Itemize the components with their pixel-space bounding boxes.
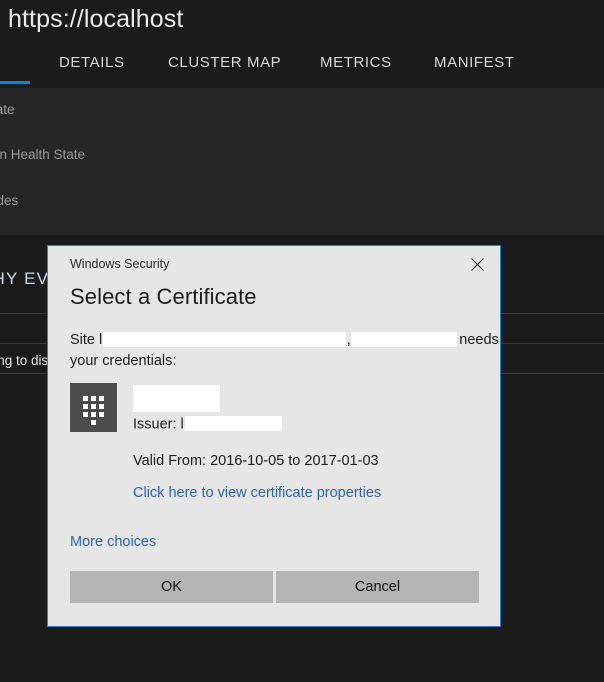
credentials-prompt-line2: your credentials: xyxy=(70,353,177,369)
close-button[interactable] xyxy=(460,250,494,278)
windows-security-dialog: Windows Security Select a Certificate Si… xyxy=(47,245,501,627)
tab-essentials-underline xyxy=(0,81,30,84)
panel-row-unhealthy-nodes: d Nodes xyxy=(0,193,19,208)
tab-manifest[interactable]: MANIFEST xyxy=(434,54,515,71)
tab-strip: LS DETAILS CLUSTER MAP METRICS MANIFEST xyxy=(0,44,604,88)
certificate-validity: Valid From: 2016-10-05 to 2017-01-03 xyxy=(133,453,379,469)
dialog-title-bar: Windows Security xyxy=(48,246,500,284)
redacted-certificate-name xyxy=(133,385,220,412)
view-certificate-properties-link[interactable]: Click here to view certificate propertie… xyxy=(133,485,381,501)
redacted-issuer-name xyxy=(184,416,282,431)
tab-metrics[interactable]: METRICS xyxy=(320,54,392,71)
tab-cluster-map[interactable]: CLUSTER MAP xyxy=(168,54,281,71)
close-icon xyxy=(470,257,484,271)
address-bar-url[interactable]: https://localhost xyxy=(8,5,183,34)
redacted-site-name-part2 xyxy=(351,331,458,347)
dialog-button-row: OK Cancel xyxy=(70,571,479,603)
credentials-prompt: Site l, needs your credentials: xyxy=(70,330,499,372)
cancel-button[interactable]: Cancel xyxy=(276,571,479,603)
details-panel: th State ication Health State d Nodes xyxy=(0,88,604,235)
smartcard-certificate-icon xyxy=(70,383,117,432)
redacted-site-name-part1 xyxy=(103,331,347,347)
panel-row-health-state: th State xyxy=(0,102,15,117)
browser-titlebar: https://localhost xyxy=(0,0,604,44)
issuer-label: Issuer: l xyxy=(133,416,184,433)
dialog-caption-label: Windows Security xyxy=(70,257,170,271)
certificate-issuer: Issuer: l xyxy=(133,416,282,433)
ok-button[interactable]: OK xyxy=(70,571,273,603)
certificate-list-item[interactable]: Issuer: l xyxy=(70,383,480,433)
prompt-prefix-text: Site l xyxy=(70,332,103,348)
panel-row-application-health-state: ication Health State xyxy=(0,147,86,162)
tab-details[interactable]: DETAILS xyxy=(59,54,125,71)
dialog-heading: Select a Certificate xyxy=(70,284,257,309)
more-choices-link[interactable]: More choices xyxy=(70,534,156,550)
prompt-suffix-text: needs xyxy=(459,332,499,348)
credentials-prompt-line1: Site l, needs xyxy=(70,330,499,351)
